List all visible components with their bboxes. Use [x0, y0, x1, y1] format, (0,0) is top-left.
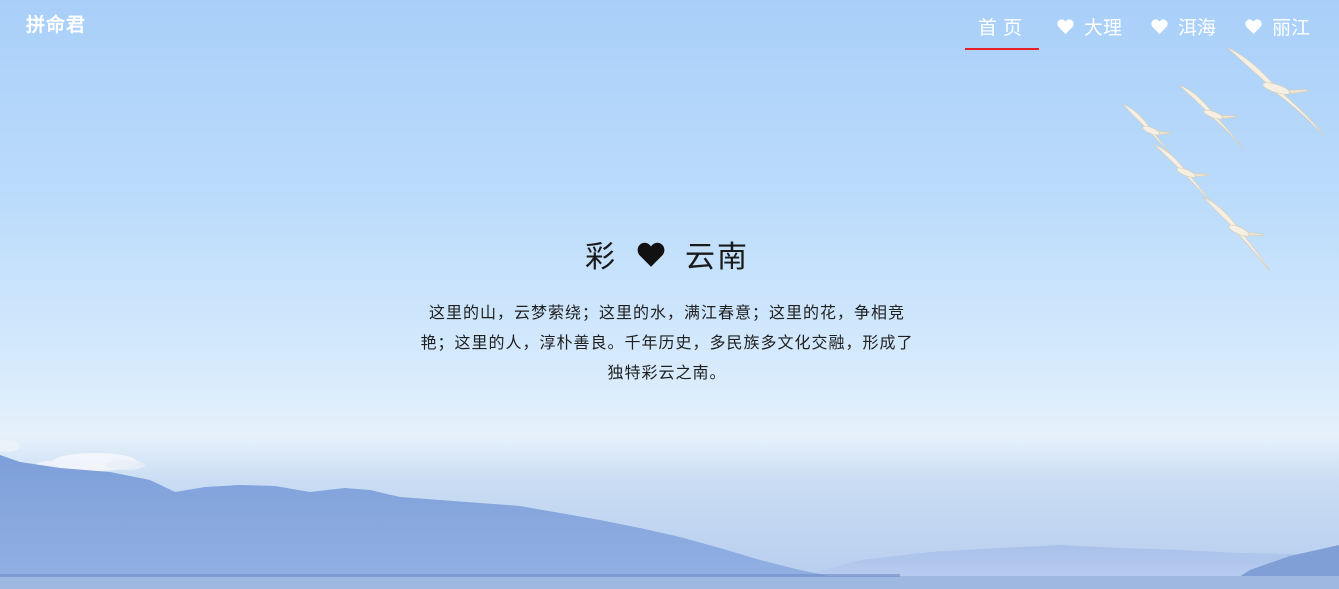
hero-title-left: 彩 [585, 240, 617, 275]
hero-description: 这里的山，云梦萦绕；这里的水，满江春意；这里的花，争相竞艳；这里的人，淳朴善良。… [420, 303, 914, 382]
nav-item-label: 洱海 [1177, 16, 1216, 39]
heart-icon [1245, 18, 1262, 34]
nav-item-label: 丽江 [1271, 16, 1310, 39]
nav-item-home[interactable]: 首页 [964, 0, 1039, 52]
heart-icon [1057, 18, 1074, 34]
nav-item-label: 大理 [1083, 16, 1122, 39]
nav-item-label: 首页 [977, 16, 1028, 39]
nav-item-dali[interactable]: 大理 [1046, 0, 1133, 52]
hero-title-right: 云南 [685, 240, 749, 275]
heart-icon [637, 242, 665, 267]
nav-item-erhai[interactable]: 洱海 [1140, 0, 1227, 52]
hero-section: 彩 云南 这里的山，云梦萦绕；这里的水，满江春意；这里的花，争相竞艳；这里的人，… [420, 232, 914, 388]
hero-title: 彩 云南 [420, 232, 914, 276]
nav-item-lijiang[interactable]: 丽江 [1234, 0, 1321, 52]
site-logo[interactable]: 拼命君 [26, 10, 86, 37]
main-nav: 首页 大理 洱海 丽江 [964, 0, 1321, 52]
heart-icon [1151, 18, 1168, 34]
